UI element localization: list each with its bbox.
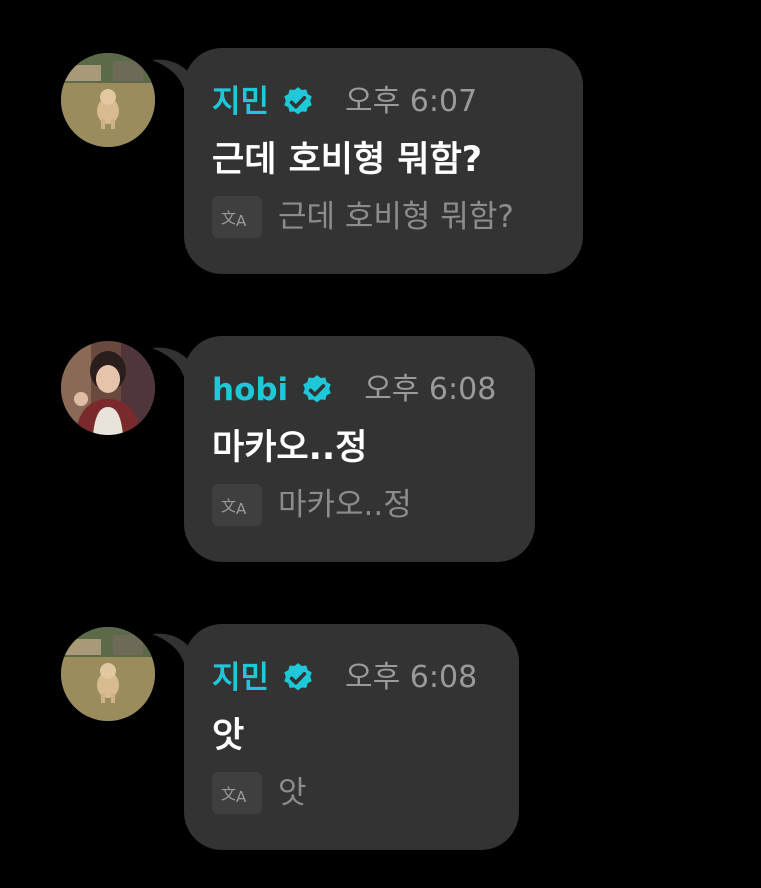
- message-bubble[interactable]: 지민 오후 6:08 앗 文 A 앗: [184, 624, 519, 850]
- message-text: 마카오..정: [212, 428, 368, 468]
- puppy-photo-icon: [61, 53, 155, 147]
- sender-name[interactable]: hobi: [212, 370, 288, 410]
- avatar[interactable]: [61, 341, 155, 435]
- avatar[interactable]: [61, 53, 155, 147]
- svg-text:文: 文: [221, 209, 236, 227]
- translation-row: 文 A 근데 호비형 뭐함?: [212, 196, 555, 238]
- message-text: 앗: [212, 716, 245, 756]
- translated-text: 마카오..정: [278, 487, 412, 523]
- avatar[interactable]: [61, 627, 155, 721]
- chat-thread: 지민 오후 6:07 근데 호비형 뭐함? 文 A 근데 호비형 뭐함? hob…: [0, 0, 761, 888]
- verified-badge-icon: [284, 87, 312, 115]
- message-time: 오후 6:07: [345, 84, 478, 119]
- message-bubble[interactable]: hobi 오후 6:08 마카오..정 文 A 마카오..정: [184, 336, 535, 562]
- message-header: 지민 오후 6:07: [212, 82, 555, 122]
- verified-badge-icon: [284, 663, 312, 691]
- verified-badge-icon: [303, 375, 331, 403]
- translated-text: 앗: [278, 775, 307, 811]
- svg-text:文: 文: [221, 497, 236, 515]
- message-time: 오후 6:08: [345, 660, 478, 695]
- translate-icon[interactable]: 文 A: [212, 196, 262, 238]
- translate-icon[interactable]: 文 A: [212, 484, 262, 526]
- translation-row: 文 A 마카오..정: [212, 484, 507, 526]
- svg-text:A: A: [236, 788, 247, 805]
- svg-text:A: A: [236, 500, 247, 517]
- svg-text:文: 文: [221, 785, 236, 803]
- message-header: 지민 오후 6:08: [212, 658, 491, 698]
- translate-icon[interactable]: 文 A: [212, 772, 262, 814]
- message-bubble[interactable]: 지민 오후 6:07 근데 호비형 뭐함? 文 A 근데 호비형 뭐함?: [184, 48, 583, 274]
- translation-row: 文 A 앗: [212, 772, 491, 814]
- message-text: 근데 호비형 뭐함?: [212, 140, 483, 180]
- message-header: hobi 오후 6:08: [212, 370, 507, 410]
- sender-name[interactable]: 지민: [212, 658, 269, 698]
- puppy-photo-icon: [61, 627, 155, 721]
- message-time: 오후 6:08: [364, 372, 497, 407]
- sender-name[interactable]: 지민: [212, 82, 269, 122]
- translated-text: 근데 호비형 뭐함?: [278, 199, 514, 235]
- svg-text:A: A: [236, 212, 247, 229]
- person-photo-icon: [61, 341, 155, 435]
